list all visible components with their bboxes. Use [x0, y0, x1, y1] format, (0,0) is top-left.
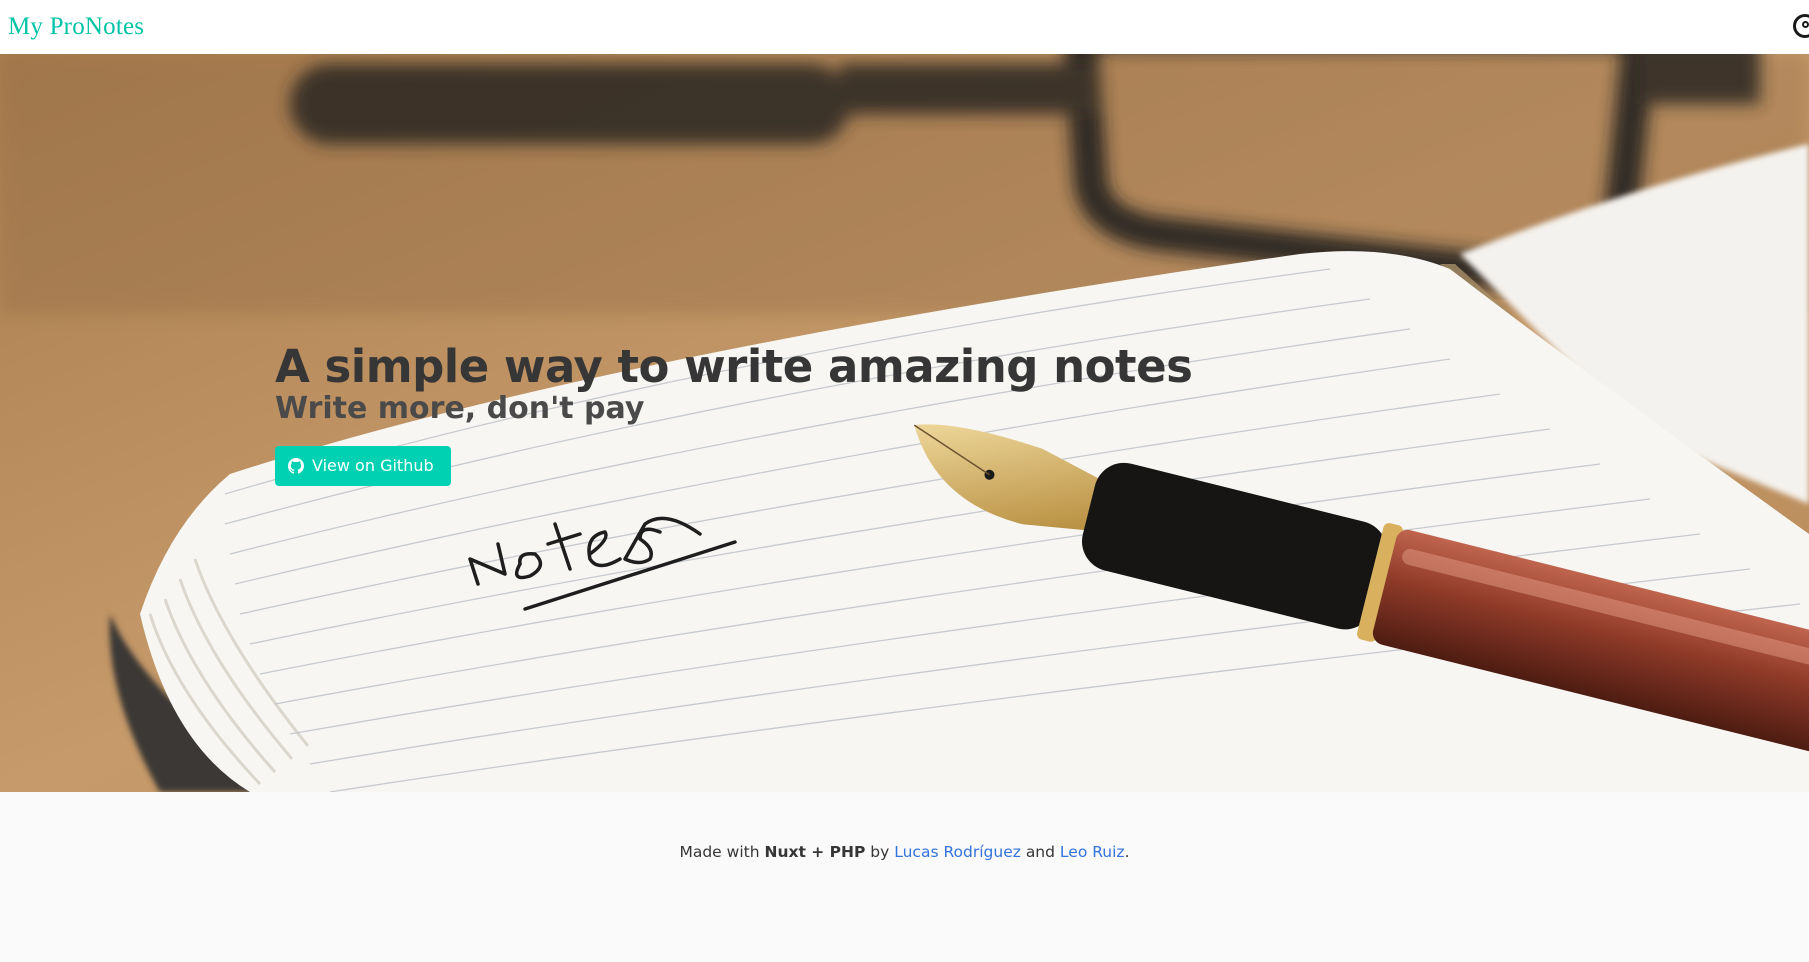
footer-by: by — [870, 843, 890, 861]
account-head-shape — [1801, 21, 1809, 28]
footer-made-with: Made with — [679, 843, 760, 861]
hero-body: A simple way to write amazing notes Writ… — [275, 340, 1193, 486]
hero-title: A simple way to write amazing notes — [275, 340, 1193, 393]
navbar: My ProNotes — [0, 0, 1809, 54]
github-icon — [288, 457, 304, 474]
footer: Made with Nuxt + PHP by Lucas Rodríguez … — [0, 792, 1809, 962]
brand-logo-link[interactable]: My ProNotes — [8, 13, 144, 41]
hero-subtitle: Write more, don't pay — [275, 391, 645, 426]
footer-and: and — [1025, 843, 1055, 861]
account-circle-icon[interactable] — [1793, 14, 1809, 38]
footer-credits: Made with Nuxt + PHP by Lucas Rodríguez … — [0, 843, 1809, 861]
view-on-github-button[interactable]: View on Github — [275, 445, 451, 486]
footer-tech: Nuxt + PHP — [764, 843, 866, 861]
hero-section: A simple way to write amazing notes Writ… — [0, 54, 1809, 792]
footer-period: . — [1124, 843, 1130, 861]
author-link-leo[interactable]: Leo Ruiz — [1060, 843, 1125, 861]
author-link-lucas[interactable]: Lucas Rodríguez — [894, 843, 1021, 861]
view-on-github-label: View on Github — [312, 456, 434, 475]
